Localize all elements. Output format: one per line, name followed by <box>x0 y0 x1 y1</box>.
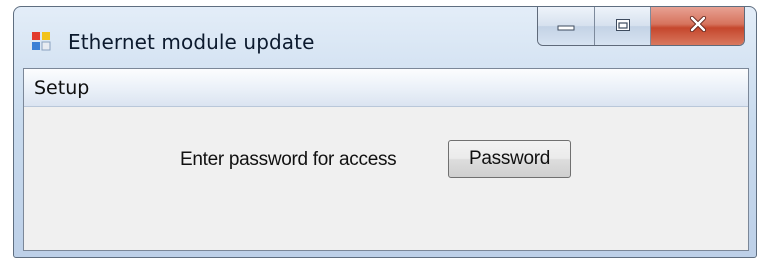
app-window: Ethernet module update Setup Enter passw… <box>13 6 757 258</box>
minimize-button[interactable] <box>538 7 594 45</box>
app-window-icon <box>31 31 51 51</box>
title-bar[interactable]: Ethernet module update <box>14 7 756 67</box>
password-prompt-label: Enter password for access <box>180 149 397 170</box>
close-button[interactable] <box>650 7 744 45</box>
minimize-icon <box>557 17 575 36</box>
close-icon <box>689 15 707 36</box>
window-title: Ethernet module update <box>68 30 315 54</box>
menu-item-setup[interactable]: Setup <box>30 75 93 101</box>
maximize-icon <box>615 17 631 36</box>
password-button[interactable]: Password <box>448 140 571 178</box>
menu-bar: Setup <box>24 69 748 107</box>
maximize-button[interactable] <box>594 7 650 45</box>
window-controls <box>537 7 745 46</box>
client-area: Setup Enter password for access Password <box>23 68 749 251</box>
